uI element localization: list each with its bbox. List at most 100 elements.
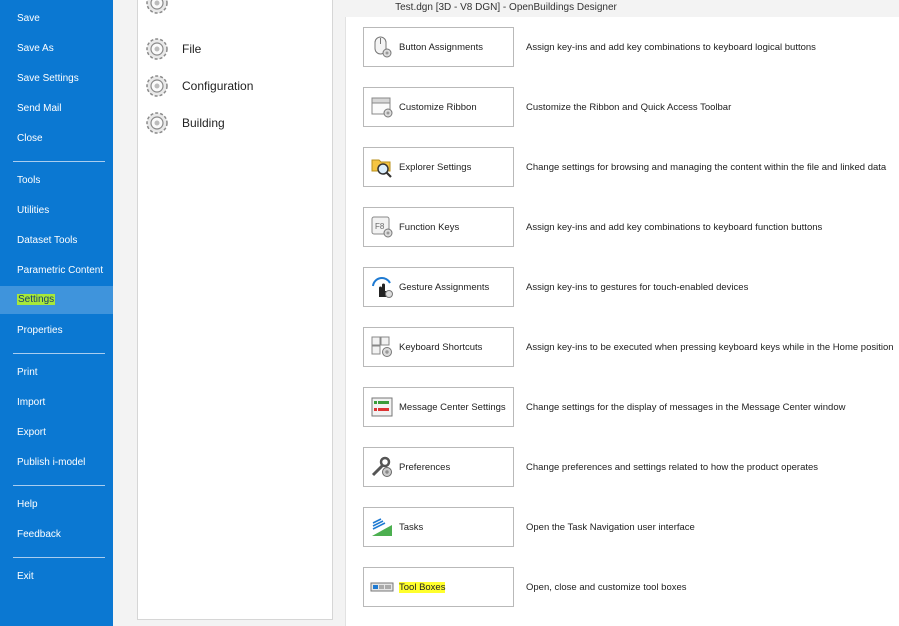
menu-divider [13,353,105,354]
menu-item-parametric-content[interactable]: Parametric Content [0,257,113,285]
setting-row: Tool Boxes Open, close and customize too… [363,567,687,607]
ribbon-gear-icon [371,97,393,118]
tasks-icon [372,518,392,536]
setting-label: Gesture Assignments [399,281,490,293]
menu-item-label: Feedback [17,529,61,540]
setting-label: Message Center Settings [399,401,506,413]
gear-icon [146,75,168,97]
menu-item-label: Send Mail [17,103,62,114]
settings-panel: Button Assignments Assign key-ins and ad… [345,17,899,626]
menu-item-feedback[interactable]: Feedback [0,521,113,549]
menu-item-utilities[interactable]: Utilities [0,197,113,225]
setting-description: Open the Task Navigation user interface [526,521,695,533]
setting-row: Explorer Settings Change settings for br… [363,147,886,187]
backstage-menu: Save Save As Save Settings Send Mail Clo… [0,0,113,626]
settings-category-list: File Configuration Building [137,0,333,620]
setting-label: Function Keys [399,221,460,233]
setting-description: Customize the Ribbon and Quick Access To… [526,101,732,113]
tasks-button[interactable]: Tasks [363,507,514,547]
setting-row: Gesture Assignments Assign key-ins to ge… [363,267,748,307]
menu-divider [13,161,105,162]
menu-item-export[interactable]: Export [0,419,113,447]
menu-item-label: Tools [17,175,41,186]
button-assignments-button[interactable]: Button Assignments [363,27,514,67]
setting-description: Assign key-ins to be executed when press… [526,341,894,353]
setting-row: Button Assignments Assign key-ins and ad… [363,27,816,67]
menu-item-import[interactable]: Import [0,389,113,417]
setting-label: Preferences [399,461,451,473]
menu-item-label: Properties [17,325,63,336]
menu-item-label: Close [17,133,43,144]
menu-item-label: Exit [17,571,34,582]
svg-text:F8: F8 [375,222,385,231]
menu-item-dataset-tools[interactable]: Dataset Tools [0,227,113,255]
category-item-configuration[interactable]: Configuration [144,71,253,101]
menu-item-label: Utilities [17,205,50,216]
menu-item-label: Publish i-model [17,457,86,468]
setting-description: Assign key-ins to gestures for touch-ena… [526,281,749,293]
menu-item-label: Settings [17,294,56,305]
setting-label: Tool Boxes [399,581,446,593]
message-center-settings-button[interactable]: Message Center Settings [363,387,514,427]
keyboard-shortcuts-button[interactable]: Keyboard Shortcuts [363,327,514,367]
setting-label: Keyboard Shortcuts [399,341,483,353]
menu-item-print[interactable]: Print [0,359,113,387]
setting-description: Open, close and customize tool boxes [526,581,687,593]
folder-search-icon [371,159,392,178]
function-key-icon: F8 [371,216,393,238]
menu-item-publish-i-model[interactable]: Publish i-model [0,449,113,477]
setting-description: Change settings for browsing and managin… [526,161,887,173]
tool-boxes-button[interactable]: Tool Boxes [363,567,514,607]
menu-item-send-mail[interactable]: Send Mail [0,95,113,123]
menu-item-save-settings[interactable]: Save Settings [0,65,113,93]
setting-description: Change preferences and settings related … [526,461,819,473]
toolbox-icon [370,582,394,592]
setting-row: Preferences Change preferences and setti… [363,447,818,487]
category-item-partial[interactable] [144,0,182,18]
menu-item-help[interactable]: Help [0,491,113,519]
setting-row: Message Center Settings Change settings … [363,387,845,427]
setting-label: Tasks [399,521,424,533]
menu-item-label: Print [17,367,38,378]
category-label: Building [182,116,225,130]
customize-ribbon-button[interactable]: Customize Ribbon [363,87,514,127]
gesture-assignments-button[interactable]: Gesture Assignments [363,267,514,307]
setting-row: F8 Function Keys Assign key-ins and add … [363,207,822,247]
menu-item-exit[interactable]: Exit [0,563,113,591]
category-item-file[interactable]: File [144,34,201,64]
menu-item-tools[interactable]: Tools [0,167,113,195]
setting-label: Explorer Settings [399,161,472,173]
menu-item-label: Help [17,499,38,510]
explorer-settings-button[interactable]: Explorer Settings [363,147,514,187]
category-item-building[interactable]: Building [144,108,225,138]
setting-description: Change settings for the display of messa… [526,401,846,413]
gear-icon [146,112,168,134]
gear-icon [146,38,168,60]
category-label: Configuration [182,79,254,93]
menu-item-save-as[interactable]: Save As [0,35,113,63]
mouse-gear-icon [374,36,392,58]
menu-divider [13,485,105,486]
keyboard-gear-icon [371,336,392,357]
preferences-button[interactable]: Preferences [363,447,514,487]
menu-item-label: Save As [17,43,54,54]
menu-item-properties[interactable]: Properties [0,317,113,345]
setting-description: Assign key-ins and add key combinations … [526,221,823,233]
gesture-hand-icon [372,277,393,298]
menu-item-save[interactable]: Save [0,5,113,33]
setting-description: Assign key-ins and add key combinations … [526,41,816,53]
category-label: File [182,42,202,56]
function-keys-button[interactable]: F8 Function Keys [363,207,514,247]
setting-row: Tasks Open the Task Navigation user inte… [363,507,695,547]
setting-label: Customize Ribbon [399,101,477,113]
menu-divider [13,557,105,558]
message-center-icon [371,397,393,417]
gear-icon [146,0,168,14]
wrench-gear-icon [371,456,392,477]
menu-item-close[interactable]: Close [0,125,113,153]
menu-item-settings[interactable]: Settings [0,286,113,314]
setting-row: Customize Ribbon Customize the Ribbon an… [363,87,731,127]
menu-item-label: Save Settings [17,73,79,84]
menu-item-label: Import [17,397,46,408]
menu-item-label: Export [17,427,46,438]
